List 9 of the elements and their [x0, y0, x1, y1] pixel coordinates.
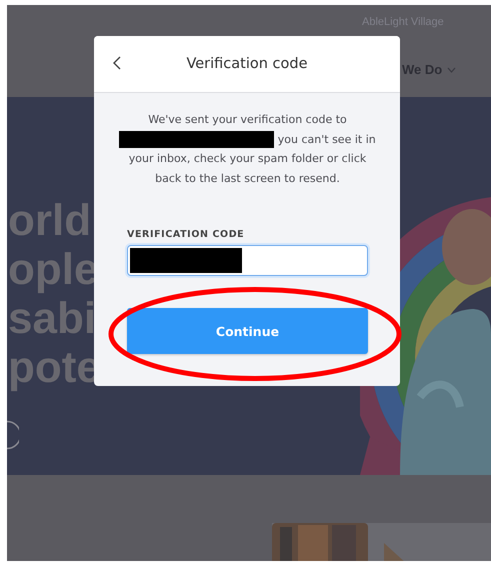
dialog-title: Verification code [186, 56, 308, 72]
message-text: We've sent your verification code to [148, 113, 347, 126]
back-chevron-icon [113, 56, 121, 70]
message-text: you can't see it in your inbox, check your spam folder or click back to the last screen to resend. [128, 132, 376, 184]
back-button[interactable] [112, 55, 122, 71]
field-label: VERIFICATION CODE [127, 229, 246, 240]
continue-button[interactable]: Continue [127, 308, 368, 354]
code-input-field[interactable] [127, 245, 368, 276]
chevron-down-icon [447, 66, 456, 72]
